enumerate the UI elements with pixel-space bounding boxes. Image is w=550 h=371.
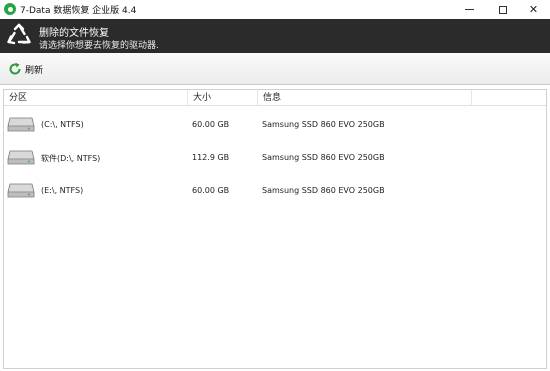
drive-size: 60.00 GB — [192, 120, 230, 129]
table-row[interactable]: 软件(D:\, NTFS) 112.9 GB Samsung SSD 860 E… — [4, 143, 546, 176]
refresh-icon — [9, 62, 21, 75]
table-header: 分区 大小 信息 — [4, 90, 546, 106]
minimize-icon — [465, 9, 474, 10]
table-row[interactable]: (E:\, NTFS) 60.00 GB Samsung SSD 860 EVO… — [4, 176, 546, 209]
toolbar: 刷新 — [0, 53, 550, 85]
hard-drive-icon — [7, 117, 35, 132]
column-header-size[interactable]: 大小 — [188, 90, 258, 106]
hard-drive-icon — [7, 183, 35, 198]
banner-subtitle: 请选择你想要去恢复的驱动器. — [39, 41, 159, 51]
hard-drive-icon — [7, 150, 35, 165]
drive-info: Samsung SSD 860 EVO 250GB — [262, 120, 385, 129]
recycle-icon — [7, 23, 31, 45]
close-icon: ✕ — [528, 3, 539, 16]
title-bar: 7-Data 数据恢复 企业版 4.4 ✕ — [0, 0, 550, 19]
app-logo-icon — [4, 3, 16, 15]
drive-info: Samsung SSD 860 EVO 250GB — [262, 186, 385, 195]
maximize-button[interactable] — [486, 0, 519, 19]
column-header-partition[interactable]: 分区 — [4, 90, 188, 106]
maximize-icon — [498, 5, 507, 14]
drive-size: 112.9 GB — [192, 153, 230, 162]
drive-info: Samsung SSD 860 EVO 250GB — [262, 153, 385, 162]
refresh-label: 刷新 — [25, 65, 44, 76]
drive-name: (E:\, NTFS) — [41, 186, 84, 195]
banner-title: 删除的文件恢复 — [39, 28, 109, 39]
column-header-info[interactable]: 信息 — [258, 90, 472, 106]
close-button[interactable]: ✕ — [517, 0, 550, 19]
refresh-button[interactable]: 刷新 — [8, 61, 43, 77]
minimize-button[interactable] — [453, 0, 486, 19]
header-banner: 删除的文件恢复 请选择你想要去恢复的驱动器. — [0, 19, 550, 53]
drive-name: (C:\, NTFS) — [41, 120, 84, 129]
drive-name: 软件(D:\, NTFS) — [41, 154, 101, 163]
drive-table: 分区 大小 信息 (C:\, NTFS) 60.00 GB Samsung SS… — [3, 89, 547, 369]
window-title: 7-Data 数据恢复 企业版 4.4 — [20, 6, 137, 16]
drive-size: 60.00 GB — [192, 186, 230, 195]
table-row[interactable]: (C:\, NTFS) 60.00 GB Samsung SSD 860 EVO… — [4, 110, 546, 143]
